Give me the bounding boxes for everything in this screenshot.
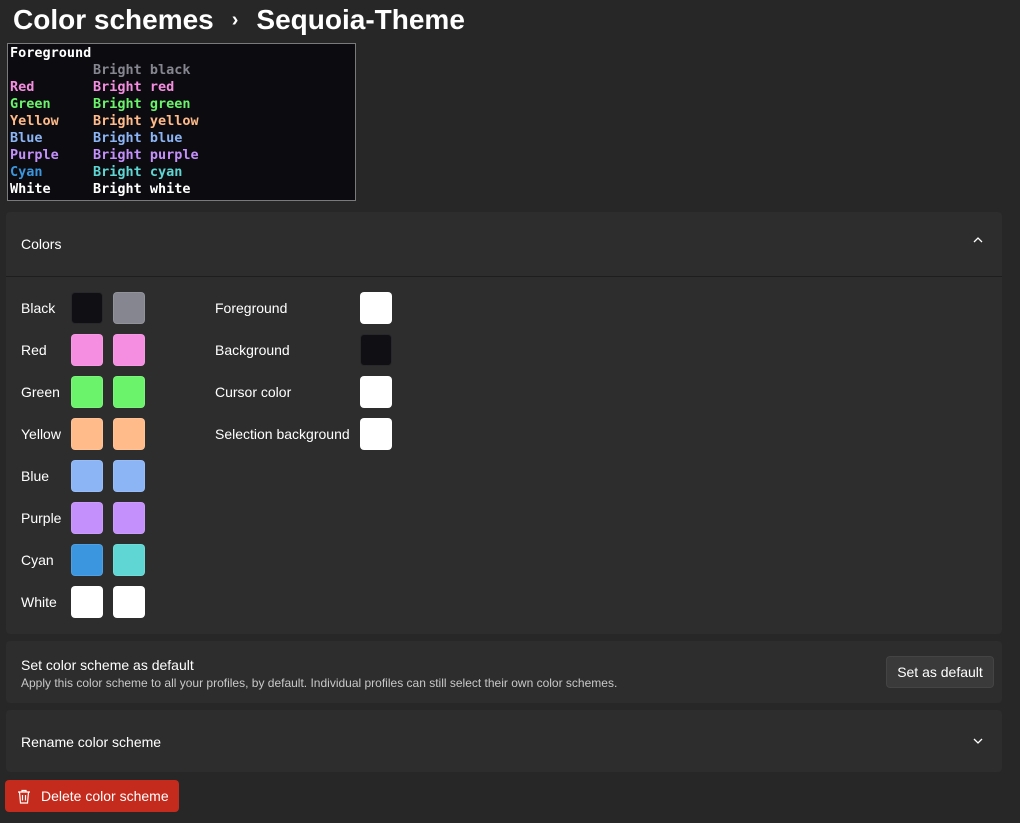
preview-row: Blue Bright blue	[10, 130, 182, 147]
palette-label: Cyan	[21, 552, 54, 568]
palette-swatch-normal[interactable]	[71, 586, 103, 618]
rename-card[interactable]: Rename color scheme	[6, 710, 1002, 772]
palette-swatch-normal[interactable]	[71, 502, 103, 534]
preview-bright-text: Bright yellow	[93, 113, 199, 129]
palette-swatch-bright[interactable]	[113, 460, 145, 492]
preview-row: Purple Bright purple	[10, 147, 199, 164]
palette-label: Green	[21, 384, 60, 400]
preview-normal-text: Foreground	[10, 45, 92, 61]
palette-swatch-bright[interactable]	[113, 586, 145, 618]
breadcrumb-parent[interactable]: Color schemes	[13, 4, 214, 36]
system-color-swatch[interactable]	[360, 418, 392, 450]
palette-swatch-normal[interactable]	[71, 334, 103, 366]
preview-bright-text: Bright purple	[93, 147, 199, 163]
preview-normal-text: Purple	[10, 147, 59, 163]
palette-swatch-bright[interactable]	[113, 502, 145, 534]
set-default-description: Apply this color scheme to all your prof…	[21, 676, 618, 690]
palette-label: Yellow	[21, 426, 61, 442]
preview-bright-text: Bright blue	[93, 130, 183, 146]
system-color-label: Background	[215, 342, 290, 358]
system-color-label: Foreground	[215, 300, 288, 316]
system-color-swatch[interactable]	[360, 292, 392, 324]
palette-label: Black	[21, 300, 56, 316]
preview-normal-text: Red	[10, 79, 35, 95]
set-default-card: Set color scheme as default Apply this c…	[6, 641, 1002, 703]
system-color-label: Cursor color	[215, 384, 292, 400]
system-color-swatch[interactable]	[360, 334, 392, 366]
system-color-label: Selection background	[215, 426, 350, 442]
breadcrumb: Color schemes › Sequoia-Theme	[13, 2, 465, 38]
palette-swatch-bright[interactable]	[113, 376, 145, 408]
preview-normal-text: Blue	[10, 130, 43, 146]
preview-row: Red Bright red	[10, 79, 174, 96]
palette-swatch-normal[interactable]	[71, 292, 103, 324]
preview-row: Cyan Bright cyan	[10, 164, 182, 181]
palette-swatch-normal[interactable]	[71, 418, 103, 450]
breadcrumb-current: Sequoia-Theme	[256, 4, 465, 35]
set-as-default-button[interactable]: Set as default	[886, 656, 994, 688]
preview-row: Green Bright green	[10, 96, 191, 113]
preview-bright-text: Bright red	[93, 79, 175, 95]
preview-normal-text: Green	[10, 96, 51, 112]
colors-card-title: Colors	[21, 236, 62, 252]
palette-swatch-bright[interactable]	[113, 334, 145, 366]
chevron-up-icon[interactable]	[972, 234, 984, 246]
preview-row: Yellow Bright yellow	[10, 113, 199, 130]
palette-label: Purple	[21, 510, 62, 526]
preview-bright-text: Bright cyan	[93, 164, 183, 180]
delete-button-label: Delete color scheme	[41, 788, 169, 804]
preview-normal-text: Cyan	[10, 164, 43, 180]
trash-icon	[18, 789, 30, 804]
colors-card: Colors Black Red Green Yellow Blue Purple Cyan…	[6, 212, 1002, 634]
preview-normal-text: White	[10, 181, 51, 197]
breadcrumb-separator-icon: ›	[231, 8, 239, 31]
palette-label: Red	[21, 342, 47, 358]
system-color-swatch[interactable]	[360, 376, 392, 408]
preview-bright-text: Bright green	[93, 96, 191, 112]
palette-swatch-normal[interactable]	[71, 376, 103, 408]
palette-label: Blue	[21, 468, 50, 484]
set-default-title: Set color scheme as default	[21, 657, 194, 673]
chevron-down-icon[interactable]	[972, 735, 984, 747]
rename-title: Rename color scheme	[21, 734, 162, 750]
preview-normal-text: Yellow	[10, 113, 59, 129]
delete-color-scheme-button[interactable]: Delete color scheme	[5, 780, 179, 812]
palette-swatch-bright[interactable]	[113, 544, 145, 576]
palette-label: White	[21, 594, 57, 610]
palette-swatch-bright[interactable]	[113, 292, 145, 324]
palette-swatch-normal[interactable]	[71, 460, 103, 492]
palette-swatch-bright[interactable]	[113, 418, 145, 450]
colors-card-header[interactable]: Colors	[6, 212, 1002, 277]
color-scheme-preview: Foreground Bright black Red Bright red Green…	[7, 43, 356, 201]
preview-normal-text	[10, 62, 93, 79]
preview-bright-text: Bright white	[93, 181, 191, 197]
preview-row: Bright black	[10, 62, 191, 79]
preview-row: White Bright white	[10, 181, 191, 198]
palette-swatch-normal[interactable]	[71, 544, 103, 576]
preview-bright-text: Bright black	[93, 62, 191, 78]
preview-row: Foreground	[10, 45, 93, 62]
